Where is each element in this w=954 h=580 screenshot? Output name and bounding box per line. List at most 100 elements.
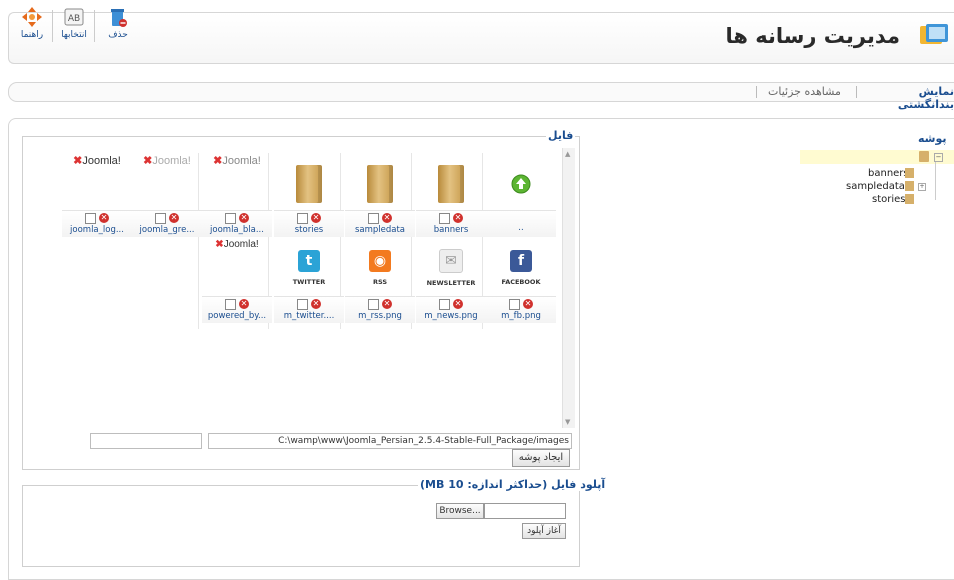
delete-icon[interactable]: ✕	[523, 299, 533, 309]
trash-icon	[111, 9, 127, 27]
up-item-controls: ..	[486, 210, 556, 237]
select-checkbox[interactable]	[368, 212, 379, 224]
delete-icon[interactable]: ✕	[382, 299, 392, 309]
rss-icon: ◉	[369, 250, 391, 272]
folder-up-item[interactable]	[486, 154, 556, 214]
file-controls: ✕ m_twitter....	[274, 296, 344, 323]
delete-icon[interactable]: ✕	[382, 213, 392, 223]
delete-icon[interactable]: ✕	[453, 299, 463, 309]
select-checkbox[interactable]	[509, 298, 520, 310]
tree-item-banners[interactable]: banners	[868, 168, 909, 179]
delete-label: حذف	[108, 30, 128, 40]
tree-item-sampledata[interactable]: sampledata	[846, 181, 905, 192]
browse-button[interactable]: Browse...	[436, 503, 484, 519]
image-thumbnail-joomla-logo[interactable]: ✖Joomla!	[62, 130, 132, 190]
file-controls: ✕ m_fb.png	[486, 296, 556, 323]
folder-icon	[905, 168, 914, 178]
select-checkbox[interactable]	[85, 212, 96, 224]
delete-icon[interactable]: ✕	[239, 299, 249, 309]
tree-expand-icon[interactable]: +	[918, 183, 926, 191]
folder-thumbnail-banners[interactable]	[416, 154, 486, 214]
tree-collapse-icon[interactable]: −	[934, 153, 943, 162]
file-name: sampledata	[354, 225, 406, 235]
image-thumbnail-twitter[interactable]: t TWITTER	[274, 238, 344, 298]
file-controls: ✕ stories	[274, 210, 344, 237]
select-checkbox[interactable]	[439, 212, 450, 224]
select-checkbox[interactable]	[368, 298, 379, 310]
envelope-icon: ✉	[439, 249, 463, 273]
file-controls: ✕ joomla_log...	[62, 210, 132, 237]
file-name: m_fb.png	[501, 311, 541, 321]
folder-icon	[905, 181, 914, 191]
toolbar-separator	[52, 10, 53, 42]
folder-icon	[367, 165, 393, 203]
svg-text:AB: AB	[68, 14, 80, 24]
facebook-icon: f	[510, 250, 532, 272]
file-name: banners	[433, 225, 469, 235]
delete-icon[interactable]: ✕	[311, 299, 321, 309]
tree-root-row[interactable]	[800, 150, 954, 164]
up-item-label[interactable]: ..	[486, 223, 556, 233]
upload-legend: آپلود فایل (حداکثر اندازه: 10 MB)	[418, 478, 608, 491]
tree-item-stories[interactable]: stories	[872, 194, 906, 205]
select-checkbox[interactable]	[225, 298, 236, 310]
delete-icon[interactable]: ✕	[453, 213, 463, 223]
create-folder-button[interactable]: ایجاد پوشه	[512, 449, 570, 467]
twitter-icon: t	[298, 250, 320, 272]
image-thumbnail-powered-by[interactable]: ✖Joomla!	[202, 214, 272, 274]
select-checkbox[interactable]	[297, 298, 308, 310]
file-controls: ✕ m_news.png	[416, 296, 486, 323]
file-name: powered_by...	[207, 311, 267, 321]
delete-icon[interactable]: ✕	[99, 213, 109, 223]
file-name: m_rss.png	[358, 311, 402, 321]
start-upload-button[interactable]: آغاز آپلود	[522, 523, 566, 539]
folder-thumbnail-sampledata[interactable]	[345, 154, 415, 214]
file-controls: ✕ m_rss.png	[345, 296, 415, 323]
file-name: m_twitter....	[283, 311, 335, 321]
upload-fieldset	[22, 485, 580, 567]
file-name: joomla_gre...	[139, 225, 195, 235]
scroll-up-arrow-icon[interactable]: ▲	[565, 150, 570, 158]
folders-panel-title: پوشه	[918, 132, 947, 145]
folder-icon	[296, 165, 322, 203]
options-label: انتخابها	[61, 30, 87, 40]
options-button[interactable]: AB انتخابها	[58, 6, 90, 40]
file-name: joomla_log...	[70, 225, 124, 235]
help-label: راهنما	[20, 30, 44, 40]
current-path-field: C:\wamp\www\Joomla_Persian_2.5.4-Stable-…	[208, 433, 572, 449]
up-arrow-icon	[511, 174, 531, 194]
select-checkbox[interactable]	[297, 212, 308, 224]
select-checkbox[interactable]	[439, 298, 450, 310]
file-controls: ✕ sampledata	[345, 210, 415, 237]
file-controls: ✕ banners	[416, 210, 486, 237]
scroll-down-arrow-icon[interactable]: ▼	[565, 418, 570, 426]
delete-icon[interactable]: ✕	[169, 213, 179, 223]
image-thumbnail-facebook[interactable]: f FACEBOOK	[486, 238, 556, 298]
help-icon	[22, 7, 42, 27]
folder-thumbnail-stories[interactable]	[274, 154, 344, 214]
file-name: stories	[294, 225, 324, 235]
tree-guide-line	[935, 162, 936, 200]
toolbar-separator	[94, 10, 95, 42]
file-grid-scrollbar[interactable]: ▲ ▼	[562, 148, 575, 428]
thumbnail-view-link[interactable]: نمایش بندانگشتی	[866, 85, 954, 111]
image-thumbnail-rss[interactable]: ◉ RSS	[345, 238, 415, 298]
file-name: m_news.png	[424, 311, 478, 321]
select-checkbox[interactable]	[155, 212, 166, 224]
options-icon: AB	[64, 8, 84, 26]
delete-icon[interactable]: ✕	[311, 213, 321, 223]
media-manager-icon	[920, 24, 948, 44]
folder-icon	[438, 165, 464, 203]
image-thumbnail-joomla-green[interactable]: ✖Joomla!	[132, 130, 202, 190]
image-thumbnail-newsletter[interactable]: ✉ NEWSLETTER	[416, 238, 486, 298]
help-button[interactable]: راهنما	[16, 6, 48, 40]
upload-file-input[interactable]	[484, 503, 566, 519]
page-title: مدیریت رسانه ها	[725, 24, 900, 48]
detail-view-link[interactable]: مشاهده جزئیات	[768, 85, 841, 98]
folder-icon	[919, 151, 929, 162]
image-thumbnail-joomla-black[interactable]: ✖Joomla!	[202, 130, 272, 190]
new-folder-name-input[interactable]	[90, 433, 202, 449]
file-controls: ✕ powered_by...	[202, 296, 272, 323]
delete-button[interactable]: حذف	[102, 6, 134, 40]
subnav-separator	[756, 86, 757, 98]
